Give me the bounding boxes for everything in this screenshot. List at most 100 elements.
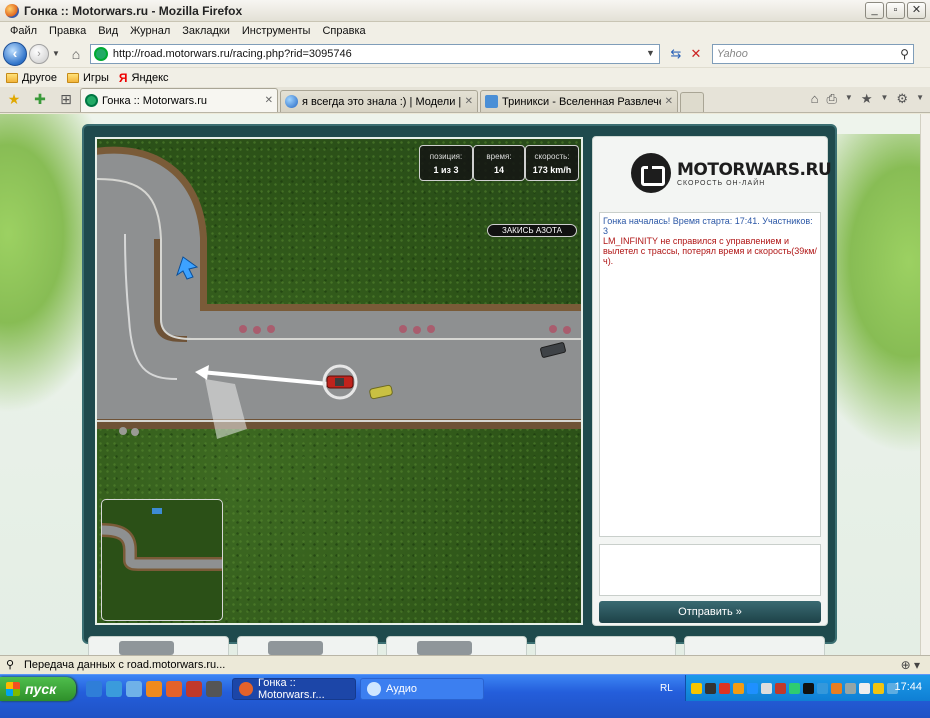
menu-edit[interactable]: Правка — [43, 25, 92, 37]
tray-icon[interactable] — [803, 682, 814, 694]
menu-bar: Файл Правка Вид Журнал Закладки Инструме… — [0, 22, 930, 40]
tray-icon[interactable] — [845, 682, 856, 694]
print-icon[interactable]: ⎙ — [827, 91, 837, 107]
tab-race[interactable]: Гонка :: Motorwars.ru ✕ — [80, 88, 278, 112]
hud-time-value: 14 — [493, 165, 504, 175]
chat-log: Гонка началась! Время старта: 17:41. Уча… — [599, 212, 821, 537]
site-logo[interactable]: MOTORWARS.RU СКОРОСТЬ ОН-ЛАЙН — [631, 153, 832, 193]
chat-input[interactable] — [599, 544, 821, 596]
tray-icon[interactable] — [705, 682, 716, 694]
app-icon[interactable] — [206, 681, 222, 697]
firefox-icon — [5, 3, 19, 18]
bookmarks-icon[interactable]: ★ — [861, 91, 873, 107]
menu-tools[interactable]: Инструменты — [236, 25, 317, 37]
chevron-down-icon[interactable]: ▼ — [845, 91, 853, 107]
tray-icon[interactable] — [831, 682, 842, 694]
ie-icon[interactable] — [86, 681, 102, 697]
audio-icon — [367, 682, 381, 696]
hud-time: время: 14 — [473, 145, 525, 181]
tray-icon[interactable] — [789, 682, 800, 694]
gear-icon[interactable]: ⚙ — [896, 91, 908, 107]
bookmark-label: Игры — [82, 71, 109, 84]
folder-icon — [66, 72, 79, 83]
bookmark-yandex[interactable]: Я Яндекс — [119, 71, 169, 85]
navigation-toolbar: ‹ › ▼ ⌂ http://road.motorwars.ru/racing.… — [0, 40, 930, 67]
tray-icon[interactable] — [747, 682, 758, 694]
task-label: Гонка :: Motorwars.r... — [258, 677, 325, 701]
send-button[interactable]: Отправить » — [599, 601, 821, 623]
bookmark-other[interactable]: Другое — [6, 72, 57, 84]
tray-icon[interactable] — [873, 682, 884, 694]
car-card[interactable] — [535, 636, 676, 655]
car-card[interactable] — [237, 636, 378, 655]
tab-list-icon[interactable]: ⊞ — [56, 89, 76, 109]
race-viewport[interactable]: позиция: 1 из 3 время: 14 скорость: 173 … — [95, 137, 583, 625]
back-button[interactable]: ‹ — [3, 41, 27, 66]
window-titlebar: Гонка :: Motorwars.ru - Mozilla Firefox … — [0, 0, 930, 22]
menu-history[interactable]: Журнал — [124, 25, 176, 37]
tray-icon[interactable] — [719, 682, 730, 694]
bookmark-label: Другое — [22, 71, 57, 84]
history-dropdown-icon[interactable]: ▼ — [52, 49, 60, 58]
quick-launch — [86, 681, 222, 697]
tab-trinixy[interactable]: Триникси - Вселенная Развлечен... ✕ — [480, 90, 678, 112]
app-icon[interactable] — [186, 681, 202, 697]
language-indicator[interactable]: RL — [660, 683, 673, 694]
chevron-down-icon[interactable]: ▼ — [916, 91, 924, 107]
add-bookmark-icon[interactable]: ✚ — [30, 89, 50, 109]
minimize-button[interactable]: _ — [865, 2, 884, 19]
firefox-icon[interactable] — [166, 681, 182, 697]
reload-icon[interactable]: ⇆ — [666, 46, 686, 62]
tab-close-icon[interactable]: ✕ — [665, 96, 673, 107]
car-card[interactable] — [386, 636, 527, 655]
address-bar[interactable]: http://road.motorwars.ru/racing.php?rid=… — [89, 43, 660, 64]
windows-taskbar: пуск Гонка :: Motorwars.r... Аудио RL 17… — [0, 674, 930, 718]
maximize-button[interactable]: ▫ — [886, 2, 905, 19]
page-scrollbar[interactable] — [920, 114, 930, 655]
tab-close-icon[interactable]: ✕ — [265, 95, 273, 106]
star-icon[interactable]: ★ — [4, 89, 24, 109]
tray-icon[interactable] — [691, 682, 702, 694]
search-input[interactable]: Yahoo ⚲ — [711, 43, 914, 64]
url-dropdown-icon[interactable]: ▼ — [646, 48, 655, 58]
hud-speed-label: скорость: — [534, 152, 570, 161]
search-icon[interactable]: ⚲ — [900, 47, 909, 61]
tray-icon[interactable] — [733, 682, 744, 694]
nitro-button[interactable]: ЗАКИСЬ АЗОТА — [487, 224, 577, 237]
tab-models[interactable]: я всегда это знала :) | Модели | ... ✕ — [280, 90, 478, 112]
tray-icon[interactable] — [859, 682, 870, 694]
menu-file[interactable]: Файл — [4, 25, 43, 37]
task-label: Аудио — [386, 683, 418, 695]
car-thumbnail — [417, 641, 472, 655]
close-button[interactable]: ✕ — [907, 2, 926, 19]
hud-position-label: позиция: — [429, 152, 463, 161]
new-tab-button[interactable] — [680, 92, 704, 112]
home-icon[interactable]: ⌂ — [811, 91, 819, 107]
bookmark-games[interactable]: Игры — [66, 71, 109, 84]
home-icon[interactable]: ⌂ — [66, 45, 86, 63]
outlook-icon[interactable] — [106, 681, 122, 697]
desktop-icon[interactable] — [126, 681, 142, 697]
tray-icon[interactable] — [817, 682, 828, 694]
tray-icon[interactable] — [761, 682, 772, 694]
start-button[interactable]: пуск — [0, 677, 76, 701]
chat-panel: MOTORWARS.RU СКОРОСТЬ ОН-ЛАЙН Гонка нача… — [592, 136, 832, 626]
logo-name: MOTORWARS.RU — [677, 159, 832, 180]
media-icon[interactable] — [146, 681, 162, 697]
taskbar-item-firefox[interactable]: Гонка :: Motorwars.r... — [232, 677, 356, 701]
car-card[interactable] — [88, 636, 229, 655]
menu-bookmarks[interactable]: Закладки — [176, 25, 236, 37]
tab-close-icon[interactable]: ✕ — [465, 96, 473, 107]
folder-icon — [6, 72, 18, 83]
taskbar-item-audio[interactable]: Аудио — [360, 678, 484, 700]
window-title: Гонка :: Motorwars.ru - Mozilla Firefox — [24, 3, 243, 18]
forward-button[interactable]: › — [29, 43, 49, 64]
zoom-icon[interactable]: ⊕ ▾ — [901, 658, 920, 672]
car-card[interactable] — [684, 636, 825, 655]
chevron-down-icon[interactable]: ▼ — [881, 91, 889, 107]
menu-help[interactable]: Справка — [316, 25, 371, 37]
tray-icon[interactable] — [775, 682, 786, 694]
menu-view[interactable]: Вид — [92, 25, 124, 37]
stop-icon[interactable]: ✕ — [686, 46, 706, 62]
bookmarks-toolbar: Другое Игры Я Яндекс — [0, 67, 930, 87]
